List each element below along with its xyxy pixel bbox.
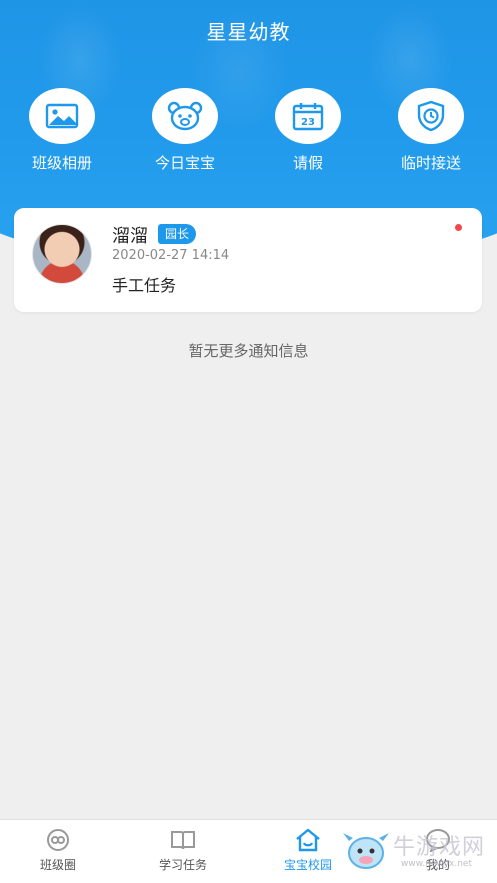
app-screen: 星星幼教 班级相册 今日宝宝 23 请假 临时接送 溜溜 园长 2020-02-… <box>0 0 497 883</box>
notice-content: 手工任务 <box>112 276 177 295</box>
tab-learning-tasks[interactable]: 学习任务 <box>133 828 233 873</box>
quick-action-label: 班级相册 <box>31 154 92 172</box>
shield-clock-icon <box>398 88 464 144</box>
notice-time: 2020-02-27 14:14 <box>112 248 230 263</box>
photo-album-icon <box>29 88 95 144</box>
role-badge: 园长 <box>158 224 197 244</box>
notice-card[interactable]: 溜溜 园长 2020-02-27 14:14 手工任务 <box>14 208 482 312</box>
tab-class-circle[interactable]: 班级圈 <box>8 828 108 873</box>
class-circle-icon <box>8 828 108 852</box>
empty-note: 暂无更多通知信息 <box>188 342 309 360</box>
bottom-tab-bar: 班级圈 学习任务 宝宝校园 我的 牛游戏网 www.newyx.net <box>0 819 497 883</box>
page-title: 星星幼教 <box>206 20 291 44</box>
calendar-icon: 23 <box>275 88 341 144</box>
watermark-url: www.newyx.net <box>401 859 473 869</box>
bear-face-icon <box>152 88 218 144</box>
quick-action-label: 今日宝宝 <box>154 154 215 172</box>
watermark-text: 牛游戏网 <box>393 835 486 860</box>
quick-action-temp-pickup[interactable]: 临时接送 <box>381 88 481 173</box>
watermark: 牛游戏网 www.newyx.net <box>341 821 491 877</box>
quick-action-label: 临时接送 <box>400 154 461 172</box>
quick-action-class-album[interactable]: 班级相册 <box>12 88 112 173</box>
quick-action-label: 请假 <box>292 154 323 172</box>
svg-text:23: 23 <box>301 117 315 128</box>
tab-label: 学习任务 <box>158 858 207 872</box>
quick-action-today-baby[interactable]: 今日宝宝 <box>135 88 235 173</box>
quick-action-leave[interactable]: 23 请假 <box>258 88 358 173</box>
avatar <box>32 224 92 284</box>
book-icon <box>133 828 233 852</box>
quick-actions-row: 班级相册 今日宝宝 23 请假 临时接送 <box>0 88 497 178</box>
tab-label: 班级圈 <box>39 858 76 872</box>
cow-mascot-icon <box>343 833 389 869</box>
sender-name: 溜溜 <box>112 226 148 247</box>
unread-indicator <box>455 224 462 231</box>
